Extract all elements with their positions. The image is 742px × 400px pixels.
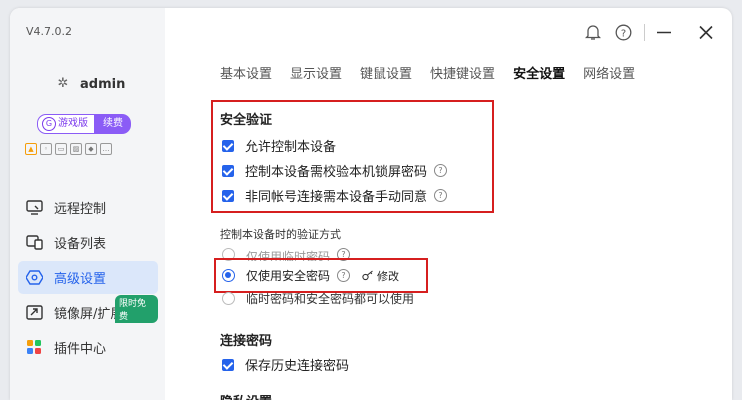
verify-method-title: 控制本设备时的验证方式 [220,228,341,241]
image-icon[interactable]: ▨ [70,143,82,155]
checkbox-checked[interactable] [222,189,234,202]
app-version: V4.7.0.2 [26,25,73,38]
plugin-center-icon [27,340,41,354]
radio-row-both-passwords[interactable]: 临时密码和安全密码都可以使用 [222,290,414,307]
tab-display[interactable]: 显示设置 [290,63,342,85]
edition-label: 游戏版 [58,118,88,129]
sidebar-item-label: 设备列表 [54,237,107,252]
checkbox-label: 允许控制本设备 [245,140,337,155]
sidebar-item-plugin-center[interactable]: 插件中心 [18,331,158,364]
checkbox-label: 保存历史连接密码 [245,359,350,374]
device-list-icon [26,235,43,250]
shield-icon[interactable]: ◆ [85,143,97,155]
sidebar-nav: 远程控制 设备列表 高级设置 限时免费 镜像屏/扩展屏 插件中心 [18,191,158,366]
tab-keyboard-mouse[interactable]: 键鼠设置 [360,63,412,85]
checkbox-row-lock-password[interactable]: 控制本设备需校验本机锁屏密码 ? [222,161,448,180]
user-name: admin [80,76,126,92]
sidebar-item-label: 高级设置 [54,272,107,287]
feature-icon-row: ▲ ◦ ▭ ▨ ◆ … [25,143,112,155]
section-title-connection-password: 连接密码 [220,334,273,349]
section-title-security: 安全验证 [220,113,273,128]
minimize-icon[interactable] [655,24,673,41]
limited-free-badge: 限时免费 [115,295,158,323]
checkbox-checked[interactable] [222,164,234,177]
app-window: V4.7.0.2 ✲ admin G 游戏版 续费 ▲ ◦ ▭ ▨ ◆ … 远程… [10,8,732,400]
sidebar-item-remote-control[interactable]: 远程控制 [18,191,158,224]
modify-label: 修改 [377,269,400,283]
screen-icon[interactable]: ▭ [55,143,67,155]
radio-label: 临时密码和安全密码都可以使用 [246,292,415,306]
radio-row-safe-password[interactable]: 仅使用安全密码 ? 修改 [222,267,399,284]
checkbox-row-save-history[interactable]: 保存历史连接密码 [222,355,349,374]
gamepad-icon[interactable]: ◦ [40,143,52,155]
section-title-privacy: 隐私设置 [220,391,272,400]
settings-content: ? 基本设置 显示设置 键鼠设置 快捷键设置 安全设置 网络设置 安全验证 允许… [165,8,732,400]
tab-shortcuts[interactable]: 快捷键设置 [430,63,495,85]
edition-badge[interactable]: G 游戏版 [37,114,95,134]
tab-network[interactable]: 网络设置 [583,63,635,85]
checkbox-row-allow-control[interactable]: 允许控制本设备 [222,136,336,155]
help-icon[interactable]: ? [434,189,448,202]
remote-control-icon [26,200,43,215]
more-icon[interactable]: … [100,143,112,155]
radio-selected[interactable] [222,269,235,282]
sidebar-item-label: 插件中心 [54,342,107,357]
divider [644,24,645,41]
tab-basic[interactable]: 基本设置 [220,63,272,85]
settings-tabs: 基本设置 显示设置 键鼠设置 快捷键设置 安全设置 网络设置 [220,63,653,85]
checkbox-label: 控制本设备需校验本机锁屏密码 [245,165,428,180]
help-icon[interactable]: ? [337,269,351,282]
checkbox-row-manual-consent[interactable]: 非同帐号连接需本设备手动同意 ? [222,186,448,205]
sidebar-item-label: 远程控制 [54,202,107,217]
radio-label: 仅使用安全密码 [246,269,331,283]
sidebar-item-device-list[interactable]: 设备列表 [18,226,158,259]
avatar-icon: ✲ [57,76,69,91]
radio-unselected[interactable] [222,292,235,305]
bell-icon[interactable] [585,24,601,41]
tab-security[interactable]: 安全设置 [513,63,565,85]
checkbox-checked[interactable] [222,358,234,371]
user-profile[interactable]: ✲ admin [52,74,126,94]
game-edition-icon: G [42,117,56,131]
help-icon[interactable]: ? [434,164,448,177]
mirror-screen-icon [26,305,43,320]
checkbox-label: 非同帐号连接需本设备手动同意 [245,190,428,205]
modify-link[interactable]: 修改 [362,268,399,284]
renew-button[interactable]: 续费 [95,114,131,134]
help-icon[interactable]: ? [615,24,632,41]
sidebar-item-advanced-settings[interactable]: 高级设置 [18,261,158,294]
svg-text:?: ? [621,28,626,39]
edition-badge-group: G 游戏版 续费 [37,114,131,134]
key-icon [362,270,373,281]
checkbox-checked[interactable] [222,139,234,152]
sidebar: V4.7.0.2 ✲ admin G 游戏版 续费 ▲ ◦ ▭ ▨ ◆ … 远程… [10,8,165,400]
flame-icon[interactable]: ▲ [25,143,37,155]
close-icon[interactable] [698,24,714,41]
advanced-settings-icon [26,270,43,285]
sidebar-item-mirror-screen[interactable]: 限时免费 镜像屏/扩展屏 [18,295,158,329]
